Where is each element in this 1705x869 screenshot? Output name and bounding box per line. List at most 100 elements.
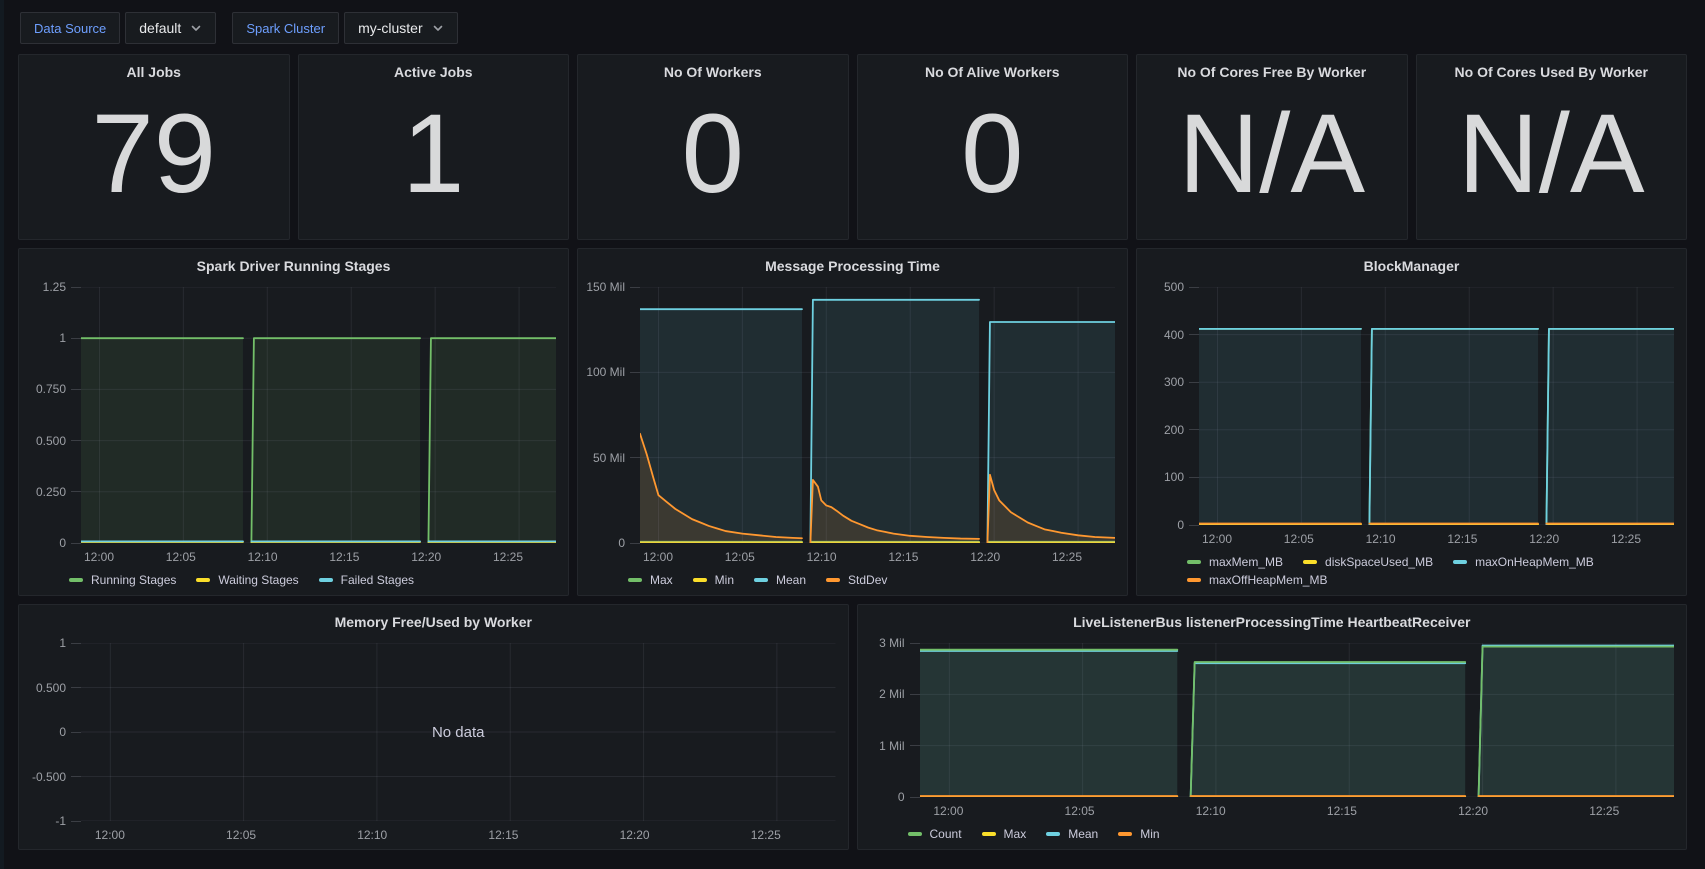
y-tick-label: 0.500 bbox=[36, 434, 81, 448]
panel-title: No Of Cores Used By Worker bbox=[1417, 55, 1687, 83]
chart-legend: Running Stages Waiting Stages Failed Stage… bbox=[69, 567, 556, 591]
y-tick-label: 0 bbox=[1177, 518, 1199, 532]
chevron-down-icon bbox=[432, 22, 444, 34]
legend-item[interactable]: Min bbox=[693, 573, 734, 587]
spark-cluster-select[interactable]: my-cluster bbox=[344, 12, 458, 44]
dashboard-controls: Data Source default Spark Cluster my-clu… bbox=[0, 0, 1705, 54]
stat-panel-cores-used-by-worker: No Of Cores Used By Worker N/A bbox=[1416, 54, 1688, 240]
legend-swatch bbox=[826, 578, 840, 582]
legend-label: maxMem_MB bbox=[1209, 555, 1283, 569]
x-tick-label: 12:10 bbox=[1196, 804, 1226, 818]
legend-item[interactable]: diskSpaceUsed_MB bbox=[1303, 555, 1433, 569]
legend-item[interactable]: Min bbox=[1118, 827, 1159, 841]
x-tick-label: 12:25 bbox=[1611, 532, 1641, 546]
legend-label: Failed Stages bbox=[341, 573, 414, 587]
panel-title: Spark Driver Running Stages bbox=[19, 249, 568, 277]
legend-item[interactable]: maxOnHeapMem_MB bbox=[1453, 555, 1594, 569]
legend-swatch bbox=[1046, 832, 1060, 836]
y-tick-label: 400 bbox=[1164, 328, 1199, 342]
legend-swatch bbox=[908, 832, 922, 836]
y-tick-label: 1 bbox=[59, 636, 81, 650]
y-tick-label: 0 bbox=[618, 536, 640, 550]
legend-item[interactable]: maxOffHeapMem_MB bbox=[1187, 573, 1327, 587]
x-tick-label: 12:20 bbox=[1529, 532, 1559, 546]
y-tick-label: 0 bbox=[59, 725, 81, 739]
stat-value: 1 bbox=[299, 83, 569, 239]
x-tick-label: 12:05 bbox=[725, 550, 755, 564]
chart-canvas bbox=[640, 287, 1115, 543]
data-source-label: Data Source bbox=[20, 12, 120, 44]
x-tick-label: 12:20 bbox=[411, 550, 441, 564]
legend-label: StdDev bbox=[848, 573, 887, 587]
spark-cluster-label: Spark Cluster bbox=[232, 12, 339, 44]
x-tick-label: 12:15 bbox=[888, 550, 918, 564]
legend-label: Running Stages bbox=[91, 573, 176, 587]
stat-value: N/A bbox=[1137, 83, 1407, 239]
y-tick-label: 2 Mil bbox=[879, 687, 919, 701]
legend-label: Mean bbox=[1068, 827, 1098, 841]
panel-title: Memory Free/Used by Worker bbox=[19, 605, 848, 633]
panel-title: Message Processing Time bbox=[578, 249, 1127, 277]
x-tick-label: 12:05 bbox=[1284, 532, 1314, 546]
legend-item[interactable]: Mean bbox=[754, 573, 806, 587]
y-tick-label: 300 bbox=[1164, 375, 1199, 389]
x-tick-label: 12:25 bbox=[493, 550, 523, 564]
panel-title: All Jobs bbox=[19, 55, 289, 83]
x-tick-label: 12:10 bbox=[357, 828, 387, 842]
chart-body: 050 Mil100 Mil150 Mil12:0012:0512:1012:1… bbox=[578, 277, 1127, 595]
chart-legend: maxMem_MB diskSpaceUsed_MB maxOnHeapMem_MB… bbox=[1187, 549, 1674, 591]
chart-legend: Max Min Mean StdDev bbox=[628, 567, 1115, 591]
data-source-value: default bbox=[139, 20, 181, 36]
legend-item[interactable]: Waiting Stages bbox=[196, 573, 298, 587]
chart-panel-spark-driver-running-stages: Spark Driver Running Stages 00.2500.5000… bbox=[18, 248, 569, 596]
spark-cluster-value: my-cluster bbox=[358, 20, 423, 36]
x-tick-label: 12:00 bbox=[1202, 532, 1232, 546]
x-tick-label: 12:05 bbox=[1065, 804, 1095, 818]
legend-swatch bbox=[196, 578, 210, 582]
legend-swatch bbox=[982, 832, 996, 836]
legend-item[interactable]: maxMem_MB bbox=[1187, 555, 1283, 569]
legend-item[interactable]: Max bbox=[982, 827, 1027, 841]
y-tick-label: 3 Mil bbox=[879, 636, 919, 650]
legend-label: maxOnHeapMem_MB bbox=[1475, 555, 1594, 569]
chart-legend: Count Max Mean Min bbox=[908, 821, 1675, 845]
chart-body: 01 Mil2 Mil3 Mil12:0012:0512:1012:1512:2… bbox=[858, 633, 1687, 849]
x-tick-label: 12:15 bbox=[1447, 532, 1477, 546]
stat-panel-cores-free-by-worker: No Of Cores Free By Worker N/A bbox=[1136, 54, 1408, 240]
x-tick-label: 12:05 bbox=[226, 828, 256, 842]
y-tick-label: 0 bbox=[59, 536, 81, 550]
legend-item[interactable]: StdDev bbox=[826, 573, 887, 587]
legend-item[interactable]: Mean bbox=[1046, 827, 1098, 841]
stat-panel-no-of-workers: No Of Workers 0 bbox=[577, 54, 849, 240]
legend-swatch bbox=[1453, 560, 1467, 564]
left-edge-strip bbox=[0, 0, 4, 869]
y-tick-label: 1.25 bbox=[43, 280, 81, 294]
spark-cluster-control: Spark Cluster my-cluster bbox=[232, 12, 457, 44]
legend-label: diskSpaceUsed_MB bbox=[1325, 555, 1433, 569]
x-tick-label: 12:15 bbox=[329, 550, 359, 564]
x-tick-label: 12:15 bbox=[1327, 804, 1357, 818]
x-tick-label: 12:20 bbox=[970, 550, 1000, 564]
panel-title: Active Jobs bbox=[299, 55, 569, 83]
y-tick-label: -0.500 bbox=[32, 770, 81, 784]
legend-item[interactable]: Running Stages bbox=[69, 573, 176, 587]
legend-item[interactable]: Failed Stages bbox=[319, 573, 414, 587]
y-tick-label: 0.250 bbox=[36, 485, 81, 499]
legend-label: Min bbox=[1140, 827, 1159, 841]
legend-item[interactable]: Max bbox=[628, 573, 673, 587]
x-tick-label: 12:10 bbox=[248, 550, 278, 564]
x-tick-label: 12:20 bbox=[620, 828, 650, 842]
legend-item[interactable]: Count bbox=[908, 827, 962, 841]
legend-label: Count bbox=[930, 827, 962, 841]
legend-swatch bbox=[1187, 578, 1201, 582]
chart-panel-memory-free-used-by-worker: Memory Free/Used by Worker -1-0.50000.50… bbox=[18, 604, 849, 850]
legend-swatch bbox=[693, 578, 707, 582]
y-tick-label: -1 bbox=[55, 814, 81, 828]
data-source-select[interactable]: default bbox=[125, 12, 216, 44]
chart-body: -1-0.50000.5001No data12:0012:0512:1012:… bbox=[19, 633, 848, 849]
legend-swatch bbox=[319, 578, 333, 582]
stat-value: 79 bbox=[19, 83, 289, 239]
chart-body: 010020030040050012:0012:0512:1012:1512:2… bbox=[1137, 277, 1686, 595]
x-tick-label: 12:00 bbox=[643, 550, 673, 564]
no-data-message: No data bbox=[81, 643, 836, 821]
